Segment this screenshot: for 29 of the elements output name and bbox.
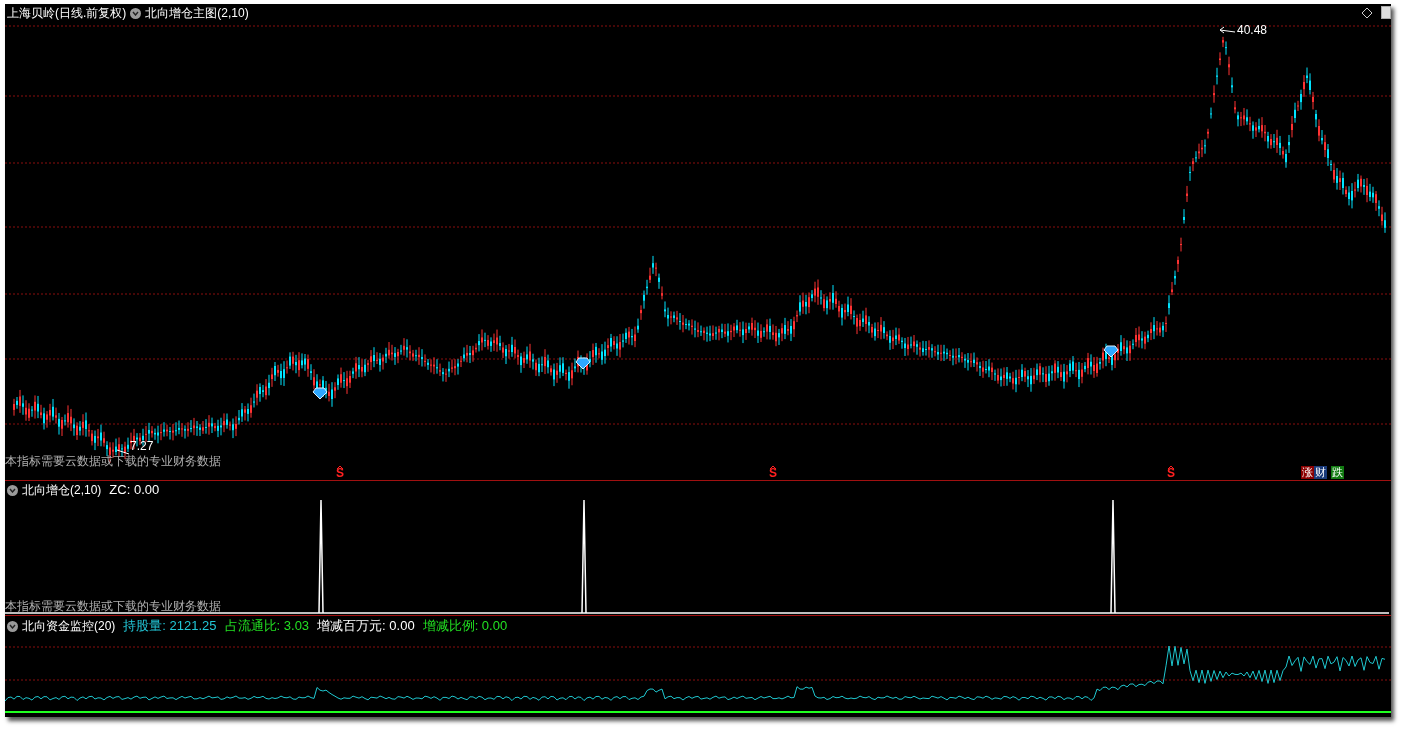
indicator-reading: 占流通比: 3.03 <box>224 618 310 634</box>
indicator-reading: ZC: 0.00 <box>109 482 160 498</box>
diamond-icon <box>575 357 591 370</box>
indicator-reading: 持股量: 2121.25 <box>123 618 217 634</box>
collapse-icon[interactable] <box>7 484 18 496</box>
diamond-outline-icon[interactable] <box>1362 8 1372 18</box>
sell-signal: S <box>1167 465 1175 480</box>
indicator-name: 北向增仓(2,10) <box>22 482 102 498</box>
stock-name: 上海贝岭(日线.前复权) <box>7 5 127 21</box>
event-badge[interactable]: 涨 <box>1301 466 1314 479</box>
diamond-icon <box>312 387 328 400</box>
indicator-notice: 本指标需要云数据或下载的专业财务数据 <box>5 454 221 468</box>
diamond-icon <box>1103 345 1119 358</box>
panel-toggle-icon[interactable] <box>1381 6 1391 19</box>
collapse-icon[interactable] <box>130 7 142 19</box>
event-badge[interactable]: 跌 <box>1331 466 1344 479</box>
event-badge[interactable]: 财 <box>1314 466 1327 479</box>
low-price-label: 7.27 <box>130 440 154 452</box>
sell-signal: S <box>336 465 344 480</box>
collapse-icon[interactable] <box>7 620 18 632</box>
indicator-reading: 增减百万元: 0.00 <box>317 618 415 634</box>
high-price-label: 40.48 <box>1237 22 1268 39</box>
price-low-marker <box>116 449 130 455</box>
sell-signal: S <box>769 465 777 480</box>
indicator-reading: 增减比例: 0.00 <box>422 618 508 634</box>
indicator-notice: 本指标需要云数据或下载的专业财务数据 <box>5 599 221 613</box>
indicator-name: 北向增仓主图(2,10) <box>145 5 249 21</box>
indicator-name: 北向资金监控(20) <box>22 618 116 634</box>
price-high-marker <box>1219 26 1236 34</box>
